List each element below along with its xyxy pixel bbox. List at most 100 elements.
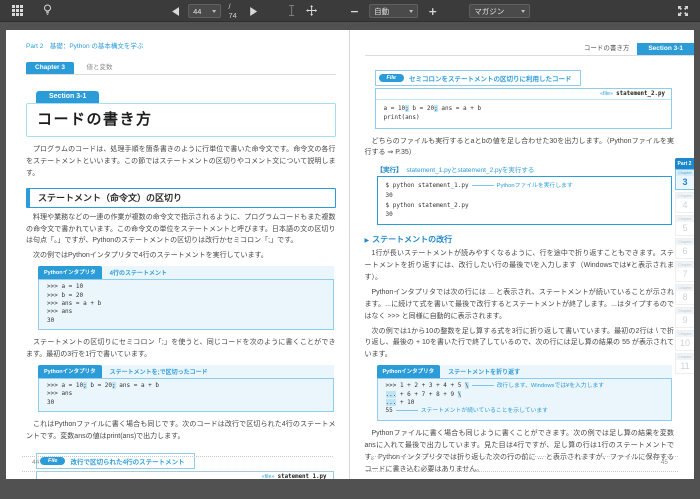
zoom-level-value: 自動 xyxy=(374,6,389,17)
heading-statement-delimiter: ステートメント（命令文）の区切り xyxy=(26,188,336,208)
terminal-block: $ python statement_1.pyPythonファイルを実行します … xyxy=(377,176,673,225)
file-caption-text: セミコロンをステートメントの区切りに利用したコード xyxy=(409,73,572,83)
code-note: ステートメントが続いていることを示しています xyxy=(421,408,548,414)
next-page-button[interactable] xyxy=(248,3,259,20)
note-connector-line xyxy=(472,185,494,186)
page-footer-left: 44 xyxy=(22,456,333,473)
file-name: statement_2.py xyxy=(616,91,665,97)
chapter-tab: Chapter 3 xyxy=(26,62,74,74)
code-body: >>> a = 10 >>> b = 20 >>> ans = a + b >>… xyxy=(38,279,334,330)
code-line: >>> ans xyxy=(47,308,325,316)
side-tab-chapter-4: Chapter4 xyxy=(675,192,694,213)
code-block-interpreter-semicolon: Pythonインタプリタ ステートメントを;で区切ったコード >>> a = 1… xyxy=(38,365,334,412)
heading-statement-wrap: ▶ステートメントの改行 xyxy=(365,234,675,245)
chevron-down-icon xyxy=(521,10,525,13)
code-note: 改行します、Windowsでは¥を入力します xyxy=(497,383,604,389)
page-footer-right: 45 xyxy=(366,456,679,473)
chapter-title: 値と変数 xyxy=(86,64,112,71)
file-code-body: a = 10; b = 20; ans = a + b print(ans) xyxy=(376,100,672,128)
paragraph: どちらのファイルも実行するとaとbの値を足し合わせた30を出力します。（Pyth… xyxy=(365,136,675,160)
chapter-header: Chapter 3 値と変数 xyxy=(26,56,336,75)
side-tab-chapter-9: Chapter9 xyxy=(675,307,694,328)
page-left: Part 2 基礎：Python の基本構文を学ぶ Chapter 3 値と変数… xyxy=(6,30,350,479)
arrow-right-icon xyxy=(250,4,257,19)
code-line: $ python statement_1.py xyxy=(386,182,469,189)
paragraph: 次の例では1から10の整数を足し算する式を3行に折り返して書いています。最初の2… xyxy=(365,326,675,362)
code-line: ... + 6 + 7 + 8 + 9 \ xyxy=(386,391,664,399)
zoom-level-select[interactable]: 自動 xyxy=(369,4,418,18)
code-block-interpreter-wrap: Pythonインタプリタ ステートメントを折り返す >>> 1 + 2 + 3 … xyxy=(377,365,673,421)
file-tag: «file» xyxy=(261,474,274,479)
side-tab-chapter-8: Chapter8 xyxy=(675,284,694,305)
move-cross-icon xyxy=(306,4,317,19)
code-line: >>> 1 + 2 + 3 + 4 + 5 \ xyxy=(386,382,469,389)
heading-text: ステートメントの改行 xyxy=(372,235,452,244)
chevron-down-icon xyxy=(212,10,216,13)
code-line: >>> b = 20 xyxy=(47,292,325,300)
running-header-title: コードの書き方 xyxy=(584,42,630,55)
view-mode-select[interactable]: マガジン xyxy=(469,4,530,18)
book-spread: Part 2 基礎：Python の基本構文を学ぶ Chapter 3 値と変数… xyxy=(6,30,694,479)
file-tag: «file» xyxy=(600,91,613,97)
zoom-out-button[interactable]: − xyxy=(347,6,362,17)
prev-page-button[interactable] xyxy=(170,3,181,20)
fullscreen-button[interactable] xyxy=(676,3,690,20)
paragraph: 料理や業務などの一連の作業が複数の命令文で指示されるように、プログラムコードもま… xyxy=(26,212,336,248)
code-body: >>> a = 10; b = 20; ans = a + b >>> ans … xyxy=(38,378,334,412)
page-number-select[interactable]: 44 xyxy=(188,4,221,18)
side-chapter-tabs: Part 2 Chapter 3 Chapter4 Chapter5 Chapt… xyxy=(675,158,694,376)
light-toggle-button[interactable] xyxy=(41,3,54,20)
thumbnails-button[interactable] xyxy=(10,3,25,20)
view-mode-value: マガジン xyxy=(474,6,504,17)
code-line: 30 xyxy=(386,210,664,219)
side-tab-part: Part 2 xyxy=(675,158,694,169)
triangle-bullet-icon: ▶ xyxy=(365,238,370,244)
file-caption-bar: File セミコロンをステートメントの区切りに利用したコード xyxy=(375,70,582,86)
lightbulb-icon xyxy=(43,4,52,19)
toolbar: 44 / 74 − 自動 + マガジン xyxy=(0,0,700,22)
interpreter-tab: Pythonインタプリタ xyxy=(38,365,102,378)
code-caption: 4行のステートメント xyxy=(102,266,334,279)
side-tab-chapter-11: Chapter11 xyxy=(675,353,694,374)
page-title: コードの書き方 xyxy=(37,108,325,129)
interpreter-tab: Pythonインタプリタ xyxy=(38,266,102,279)
side-tab-chapter-7: Chapter7 xyxy=(675,261,694,282)
side-tab-number: 3 xyxy=(676,176,694,189)
interpreter-tab: Pythonインタプリタ xyxy=(377,365,441,378)
run-label-text: statement_1.pyとstatement_2.pyを実行する xyxy=(407,167,535,174)
file-header: «file»statement_2.py xyxy=(376,89,672,100)
page-right: コードの書き方 Section 3-1 File セミコロンをステートメントの区… xyxy=(350,30,695,479)
side-tab-chapter-10: Chapter10 xyxy=(675,330,694,351)
part-label: Part 2 基礎：Python の基本構文を学ぶ xyxy=(26,40,336,50)
grid-icon xyxy=(12,4,23,19)
code-line: ... + 10 xyxy=(386,399,664,407)
code-line: print(ans) xyxy=(384,113,664,122)
file-block-statement2: File セミコロンをステートメントの区切りに利用したコード «file»sta… xyxy=(375,66,673,129)
page-number: 44 xyxy=(32,459,39,466)
paragraph: 次の例ではPythonインタプリタで4行のステートメントを実行しています。 xyxy=(26,250,336,262)
code-caption: ステートメントを;で区切ったコード xyxy=(102,365,334,378)
run-label: 【実行】statement_1.pyとstatement_2.pyを実行する xyxy=(377,164,675,174)
note-connector-line xyxy=(396,410,418,411)
intro-paragraph: プログラムのコードは、処理手順を箇条書きのように行単位で書いた命令文です。命令文… xyxy=(26,144,336,180)
page-number: 45 xyxy=(661,459,668,466)
code-line: 30 xyxy=(386,191,664,200)
code-line: >>> a = 10 xyxy=(47,283,325,291)
file-header: «file» statement_1.py xyxy=(37,472,333,479)
paragraph: 1行が長いステートメントが読みやすくなるように、行を途中で折り返すこともできます… xyxy=(365,248,675,284)
side-tab-chapter-5: Chapter5 xyxy=(675,215,694,236)
code-caption: ステートメントを折り返す xyxy=(440,365,672,378)
zoom-in-button[interactable]: + xyxy=(425,6,440,17)
paragraph: ステートメントの区切りにセミコロン「;」を使うと、同じコードを次のように書くこと… xyxy=(26,337,336,361)
code-line: 30 xyxy=(47,399,325,407)
code-line: 55 xyxy=(386,407,393,414)
code-line: >>> ans xyxy=(47,390,325,398)
code-line: >>> a = 10; b = 20; ans = a + b xyxy=(47,382,325,390)
page-total-label: / 74 xyxy=(228,2,240,20)
file-name: statement_1.py xyxy=(278,474,327,479)
code-line: a = 10; b = 20; ans = a + b xyxy=(384,104,664,113)
side-tab-chapter-6: Chapter6 xyxy=(675,238,694,259)
pan-tool-button[interactable] xyxy=(304,3,319,20)
text-select-tool-button[interactable] xyxy=(286,3,297,20)
ibeam-cursor-icon xyxy=(288,4,295,19)
